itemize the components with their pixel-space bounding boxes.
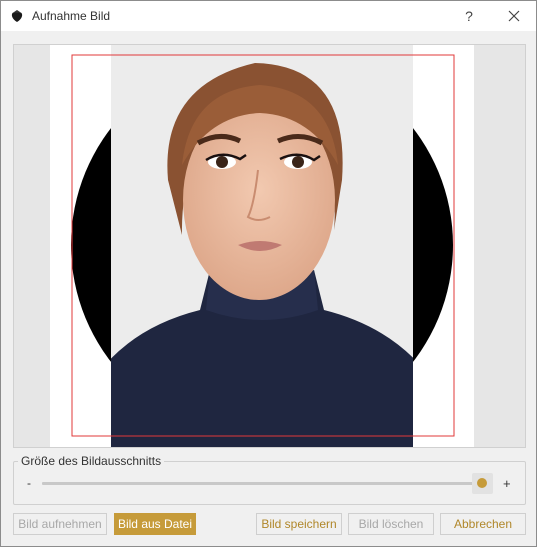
close-button[interactable] <box>499 4 529 28</box>
close-icon <box>508 10 520 22</box>
cancel-button[interactable]: Abbrechen <box>440 513 526 535</box>
capture-image-button[interactable]: Bild aufnehmen <box>13 513 107 535</box>
window-title: Aufnahme Bild <box>32 9 111 23</box>
image-from-file-button[interactable]: Bild aus Datei <box>114 513 196 535</box>
save-image-button[interactable]: Bild speichern <box>256 513 342 535</box>
title-bar: Aufnahme Bild ? <box>1 1 536 31</box>
image-canvas <box>50 45 474 447</box>
help-button[interactable]: ? <box>456 4 482 28</box>
strawberry-icon <box>11 10 23 22</box>
crop-size-title: Größe des Bildausschnitts <box>18 454 165 468</box>
dialog-window: Aufnahme Bild ? Größe des Bildausschnitt… <box>0 0 537 547</box>
portrait-preview <box>71 45 455 447</box>
slider-min-label: - <box>27 476 31 490</box>
delete-image-button[interactable]: Bild löschen <box>348 513 434 535</box>
portrait-photo <box>111 45 413 447</box>
crop-size-slider-track[interactable] <box>42 482 483 485</box>
image-viewer[interactable] <box>13 44 526 448</box>
slider-max-label: + <box>503 476 511 491</box>
crop-size-slider-thumb[interactable] <box>477 478 487 488</box>
